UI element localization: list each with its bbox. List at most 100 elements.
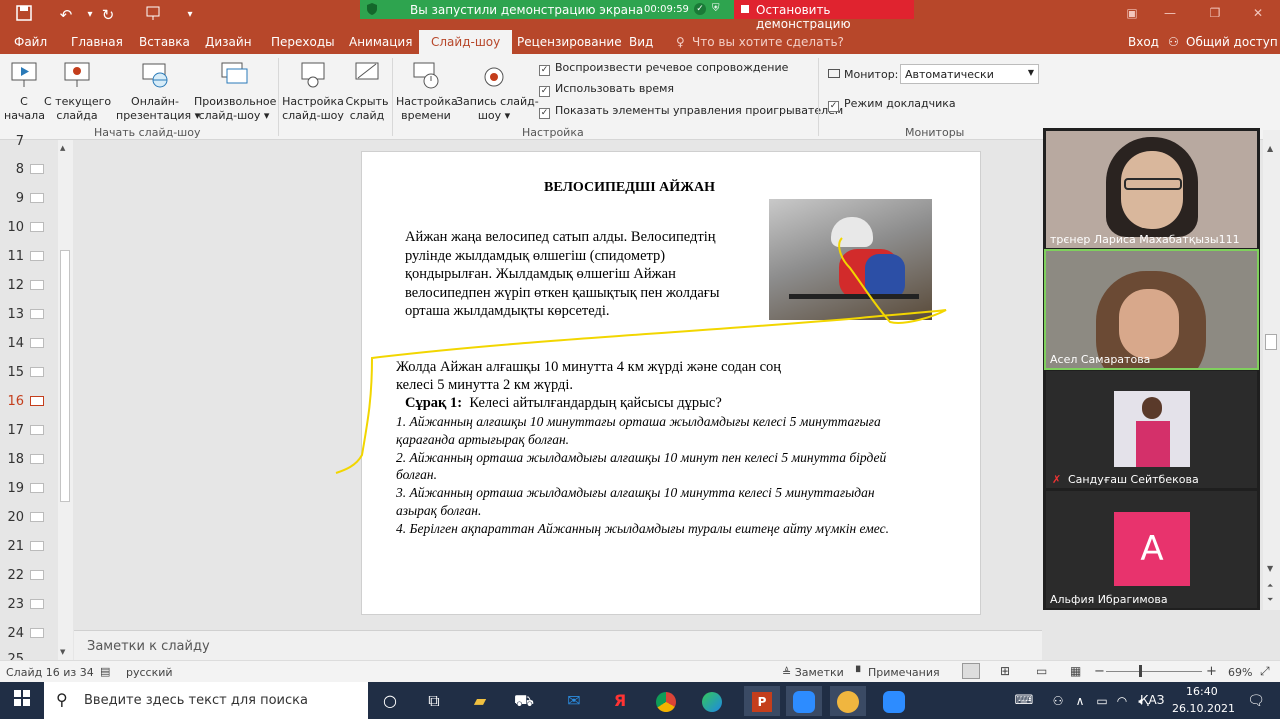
undo-dropdown-icon[interactable]: ▾	[80, 5, 100, 25]
participant-tile-3[interactable]: ✗ Сандуғаш Сейтбекова	[1046, 371, 1257, 488]
setup-slideshow-button[interactable]: Настройка слайд-шоу	[282, 60, 344, 123]
participant-tile-2[interactable]: Асел Самаратова	[1044, 249, 1259, 370]
save-icon[interactable]	[14, 5, 34, 25]
hide-slide-button[interactable]: Скрыть слайд	[345, 60, 389, 123]
scroll-up-icon[interactable]: ▲	[60, 144, 65, 152]
store-icon[interactable]: ⛟	[506, 686, 542, 716]
stop-share-button[interactable]: Остановить демонстрацию	[734, 0, 914, 31]
tab-view[interactable]: Вид	[629, 35, 653, 49]
reading-view-icon[interactable]: ▭	[1036, 664, 1047, 678]
thumbnail-18[interactable]: 18	[6, 452, 50, 467]
tab-insert[interactable]: Вставка	[139, 35, 190, 49]
zoom-app-icon[interactable]	[786, 686, 822, 716]
tab-slideshow[interactable]: Слайд-шоу	[419, 30, 513, 54]
normal-view-icon[interactable]	[962, 663, 980, 679]
presenter-view-checkbox[interactable]: ✓ Режим докладчика	[828, 97, 956, 112]
use-timings-checkbox[interactable]: ✓ Использовать время	[539, 82, 674, 97]
customize-qat-icon[interactable]: ▾	[180, 5, 200, 25]
thumbnail-22[interactable]: 22	[6, 568, 50, 583]
thumbnail-23[interactable]: 23	[6, 597, 50, 612]
redo-icon[interactable]: ↻	[98, 5, 118, 25]
thumbnail-9[interactable]: 9	[6, 191, 50, 206]
tab-review[interactable]: Рецензирование	[517, 35, 622, 49]
powerpoint-icon[interactable]: P	[744, 686, 780, 716]
keyboard-icon[interactable]: ⌨	[1006, 686, 1042, 716]
from-start-quick-icon[interactable]	[143, 5, 163, 25]
notes-toggle[interactable]: ≜ Заметки	[782, 666, 844, 679]
language-indicator[interactable]: русский	[126, 666, 173, 679]
thumbnail-20[interactable]: 20	[6, 510, 50, 525]
previous-slide-icon[interactable]: ⏶	[1267, 581, 1273, 591]
scroll-thumb[interactable]	[1265, 334, 1277, 350]
thumbnail-10[interactable]: 10	[6, 220, 50, 235]
windows-start-icon[interactable]	[4, 686, 40, 716]
show-media-controls-checkbox[interactable]: ✓ Показать элементы управления проигрыват…	[539, 104, 843, 119]
tab-home[interactable]: Главная	[71, 35, 123, 49]
thumbnail-19[interactable]: 19	[6, 481, 50, 496]
scroll-down-icon[interactable]: ▼	[1267, 564, 1273, 573]
tab-design[interactable]: Дизайн	[205, 35, 252, 49]
spellcheck-icon[interactable]: ▤	[100, 665, 110, 678]
signin-link[interactable]: Вход	[1128, 35, 1159, 49]
slide-canvas[interactable]: ВЕЛОСИПЕДШІ АЙЖАН Айжан жаңа велосипед с…	[361, 151, 981, 615]
chrome-icon[interactable]	[648, 686, 684, 716]
thumbnail-8[interactable]: 8	[6, 162, 50, 177]
close-icon[interactable]: ✕	[1248, 6, 1268, 20]
zoom-out-icon[interactable]: −	[1094, 664, 1105, 679]
scroll-thumb[interactable]	[60, 250, 70, 502]
slide-sorter-icon[interactable]: ⊞	[1000, 664, 1010, 678]
thumbnail-24[interactable]: 24	[6, 626, 50, 641]
scroll-up-icon[interactable]: ▲	[1267, 144, 1273, 153]
thumbnail-14[interactable]: 14	[6, 336, 50, 351]
participant-tile-1[interactable]: трєнер Лариса Махабатқызы111	[1046, 131, 1257, 248]
slide-scrollbar[interactable]: ▲ ▼ ⏶ ⏷	[1263, 130, 1280, 610]
thumbnail-7[interactable]: 7	[6, 134, 50, 149]
taskbar-search-box[interactable]: ⚲ Введите здесь текст для поиска	[44, 682, 368, 719]
tab-file[interactable]: Файл	[14, 35, 47, 49]
play-narrations-checkbox[interactable]: ✓ Воспроизвести речевое сопровождение	[539, 61, 788, 76]
zoom-slider[interactable]	[1106, 671, 1202, 672]
mail-icon[interactable]: ✉	[556, 686, 592, 716]
security-icon[interactable]: ⛨	[712, 3, 720, 14]
thumbnail-15[interactable]: 15	[6, 365, 50, 380]
thumbnail-16[interactable]: 16	[6, 394, 50, 409]
online-presentation-button[interactable]: Онлайн- презентация ▾	[116, 60, 200, 123]
thumbnail-21[interactable]: 21	[6, 539, 50, 554]
thumbnail-12[interactable]: 12	[6, 278, 50, 293]
from-start-button[interactable]: С начала	[4, 60, 45, 123]
notes-pane[interactable]: Заметки к слайду	[74, 630, 1042, 660]
monitor-select[interactable]: Автоматически ▼	[900, 64, 1039, 84]
task-view-icon[interactable]: ⧉	[416, 686, 452, 716]
from-current-button[interactable]: С текущего слайда	[44, 60, 111, 123]
comments-toggle[interactable]: ▘ Примечания	[856, 666, 940, 679]
thumbnail-13[interactable]: 13	[6, 307, 50, 322]
participant-tile-4[interactable]: А Альфия Ибрагимова	[1046, 491, 1257, 608]
thumbnail-17[interactable]: 17	[6, 423, 50, 438]
thumbnail-scrollbar[interactable]: ▲ ▼	[58, 140, 73, 660]
clock-time[interactable]: 16:40	[1186, 685, 1218, 698]
tab-transitions[interactable]: Переходы	[271, 35, 335, 49]
thumbnail-25[interactable]: 25	[6, 652, 50, 660]
tab-animations[interactable]: Анимация	[349, 35, 412, 49]
undo-icon[interactable]: ↶	[56, 5, 76, 25]
input-language[interactable]: ҚАЗ	[1140, 693, 1164, 707]
restore-icon[interactable]: ❐	[1205, 6, 1225, 20]
zoom-level[interactable]: 69%	[1228, 666, 1252, 679]
share-button[interactable]: Общий доступ	[1186, 35, 1278, 49]
slideshow-view-icon[interactable]: ▦	[1070, 664, 1081, 678]
yandex-icon[interactable]: Я	[602, 686, 638, 716]
cortana-icon[interactable]: ○	[372, 686, 408, 716]
clock-date[interactable]: 26.10.2021	[1172, 702, 1235, 715]
zoom-meeting-icon[interactable]	[876, 686, 912, 716]
ribbon-display-icon[interactable]: ▣	[1122, 6, 1142, 20]
custom-slideshow-button[interactable]: Произвольное слайд-шоу ▾	[194, 60, 276, 123]
notifications-icon[interactable]: 🗨︎	[1238, 686, 1274, 716]
zoom-in-icon[interactable]: +	[1206, 664, 1217, 679]
record-slideshow-button[interactable]: Запись слайд- шоу ▾	[456, 60, 539, 123]
scroll-down-icon[interactable]: ▼	[60, 648, 65, 656]
zoom-slider-thumb[interactable]	[1139, 665, 1142, 677]
rehearse-timings-button[interactable]: Настройка времени	[396, 60, 458, 123]
edge-icon[interactable]	[694, 686, 730, 716]
minimize-icon[interactable]: —	[1160, 6, 1180, 20]
yandex-browser-icon[interactable]	[830, 686, 866, 716]
